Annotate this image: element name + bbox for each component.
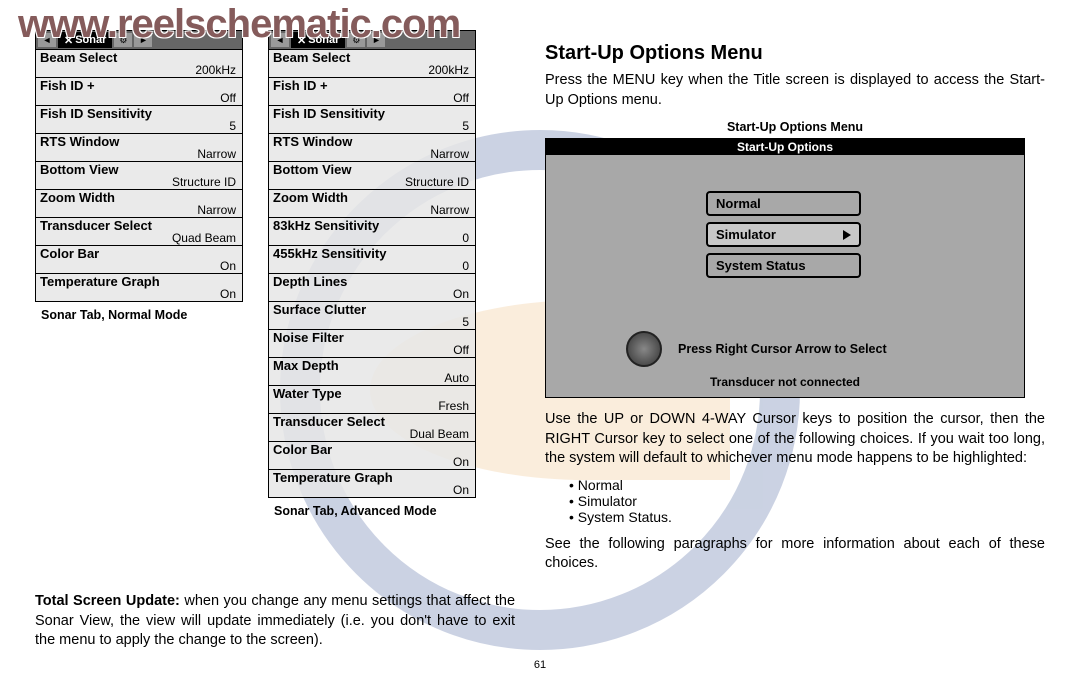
startup-option-label: Normal bbox=[716, 196, 761, 211]
sonar-menu-normal: ◄ ✕ Sonar ⚙ ► Beam Select200kHzFish ID +… bbox=[35, 30, 243, 302]
menu-row-value: Structure ID bbox=[40, 176, 238, 188]
menu-row-value: 0 bbox=[273, 260, 471, 272]
menu-row-value: 200kHz bbox=[40, 64, 238, 76]
bullet-item: Normal bbox=[569, 477, 1045, 493]
menu-row: Fish ID +Off bbox=[269, 77, 475, 105]
startup-screenshot: Start-Up Options Normal Simulator System S… bbox=[545, 138, 1025, 398]
bullet-item: Simulator bbox=[569, 493, 1045, 509]
menu-row-label: Temperature Graph bbox=[273, 471, 471, 484]
menu-row: Beam Select200kHz bbox=[36, 49, 242, 77]
menu-row-label: Fish ID + bbox=[273, 79, 471, 92]
menu-row-label: Color Bar bbox=[40, 247, 238, 260]
caption-normal: Sonar Tab, Normal Mode bbox=[35, 308, 243, 322]
dpad-icon bbox=[626, 331, 662, 367]
total-screen-update: Total Screen Update: when you change any… bbox=[35, 592, 515, 651]
transducer-message: Transducer not connected bbox=[546, 375, 1024, 389]
startup-caption: Start-Up Options Menu bbox=[545, 120, 1045, 134]
menu-row: 455kHz Sensitivity0 bbox=[269, 245, 475, 273]
menu-row-label: Noise Filter bbox=[273, 331, 471, 344]
page-number: 61 bbox=[35, 659, 1045, 671]
startup-option[interactable]: System Status bbox=[706, 253, 861, 278]
menu-row: RTS WindowNarrow bbox=[269, 133, 475, 161]
menu-row-label: Fish ID + bbox=[40, 79, 238, 92]
see-following-paragraph: See the following paragraphs for more in… bbox=[545, 535, 1045, 574]
menu-row-value: Narrow bbox=[40, 148, 238, 160]
menu-row-value: On bbox=[273, 484, 471, 496]
option-list: Normal Simulator System Status bbox=[706, 191, 861, 284]
menu-row-value: Quad Beam bbox=[40, 232, 238, 244]
menu-row-value: Dual Beam bbox=[273, 428, 471, 440]
menu-row-label: Surface Clutter bbox=[273, 303, 471, 316]
menu-row-label: Color Bar bbox=[273, 443, 471, 456]
menu-normal-column: ◄ ✕ Sonar ⚙ ► Beam Select200kHzFish ID +… bbox=[35, 30, 243, 578]
menu-row: Zoom WidthNarrow bbox=[269, 189, 475, 217]
menu-row: Water TypeFresh bbox=[269, 385, 475, 413]
menu-row-value: On bbox=[273, 288, 471, 300]
menu-row-value: Off bbox=[40, 92, 238, 104]
total-screen-label: Total Screen Update: bbox=[35, 593, 180, 609]
menu-row: Color BarOn bbox=[269, 441, 475, 469]
menu-row-value: Narrow bbox=[273, 204, 471, 216]
menu-row-label: Depth Lines bbox=[273, 275, 471, 288]
menu-row-label: 455kHz Sensitivity bbox=[273, 247, 471, 260]
menu-row-label: Max Depth bbox=[273, 359, 471, 372]
menu-row: RTS WindowNarrow bbox=[36, 133, 242, 161]
bullet-item: System Status. bbox=[569, 509, 1045, 525]
menu-row-value: Off bbox=[273, 92, 471, 104]
menu-row-value: 5 bbox=[273, 120, 471, 132]
menu-row: Surface Clutter5 bbox=[269, 301, 475, 329]
startup-option-label: Simulator bbox=[716, 227, 776, 242]
menu-row-value: 200kHz bbox=[273, 64, 471, 76]
startup-option[interactable]: Simulator bbox=[706, 222, 861, 247]
cursor-hint: Press Right Cursor Arrow to Select bbox=[678, 342, 887, 356]
menu-row-label: Fish ID Sensitivity bbox=[40, 107, 238, 120]
caption-advanced: Sonar Tab, Advanced Mode bbox=[268, 504, 476, 518]
bullet-list: NormalSimulatorSystem Status. bbox=[569, 477, 1045, 525]
startup-shot-title: Start-Up Options bbox=[546, 139, 1024, 155]
menu-row-value: 5 bbox=[40, 120, 238, 132]
menu-row: Max DepthAuto bbox=[269, 357, 475, 385]
menu-row: Depth LinesOn bbox=[269, 273, 475, 301]
menu-row: Color BarOn bbox=[36, 245, 242, 273]
menu-row: Transducer SelectQuad Beam bbox=[36, 217, 242, 245]
intro-paragraph: Press the MENU key when the Title screen… bbox=[545, 71, 1045, 110]
menu-row-value: Structure ID bbox=[273, 176, 471, 188]
menu-row-value: On bbox=[273, 456, 471, 468]
selected-arrow-icon bbox=[843, 230, 851, 240]
menu-row-label: Temperature Graph bbox=[40, 275, 238, 288]
menu-row-value: Fresh bbox=[273, 400, 471, 412]
menu-row-value: Auto bbox=[273, 372, 471, 384]
menu-row-value: 5 bbox=[273, 316, 471, 328]
menu-row: Zoom WidthNarrow bbox=[36, 189, 242, 217]
watermark-text: www.reelschematic.com bbox=[18, 2, 460, 47]
menu-row-value: Off bbox=[273, 344, 471, 356]
menu-row: 83kHz Sensitivity0 bbox=[269, 217, 475, 245]
menu-row: Fish ID +Off bbox=[36, 77, 242, 105]
menu-row-value: Narrow bbox=[273, 148, 471, 160]
startup-option-label: System Status bbox=[716, 258, 806, 273]
menu-row: Bottom ViewStructure ID bbox=[269, 161, 475, 189]
menu-row: Temperature GraphOn bbox=[269, 469, 475, 497]
menu-row: Beam Select200kHz bbox=[269, 49, 475, 77]
menu-row: Noise FilterOff bbox=[269, 329, 475, 357]
page-title: Start-Up Options Menu bbox=[545, 42, 1045, 65]
menu-row-value: On bbox=[40, 260, 238, 272]
sonar-menu-advanced: ◄ ✕ Sonar ⚙ ► Beam Select200kHzFish ID +… bbox=[268, 30, 476, 498]
menu-row-label: Fish ID Sensitivity bbox=[273, 107, 471, 120]
menu-row: Temperature GraphOn bbox=[36, 273, 242, 301]
menu-advanced-column: ◄ ✕ Sonar ⚙ ► Beam Select200kHzFish ID +… bbox=[268, 30, 476, 578]
startup-option[interactable]: Normal bbox=[706, 191, 861, 216]
menu-row-value: Narrow bbox=[40, 204, 238, 216]
menu-row: Transducer SelectDual Beam bbox=[269, 413, 475, 441]
menu-row-label: 83kHz Sensitivity bbox=[273, 219, 471, 232]
instructions-paragraph: Use the UP or DOWN 4-WAY Cursor keys to … bbox=[545, 410, 1045, 469]
menu-row-value: 0 bbox=[273, 232, 471, 244]
menu-row: Fish ID Sensitivity5 bbox=[36, 105, 242, 133]
menu-row: Fish ID Sensitivity5 bbox=[269, 105, 475, 133]
menu-row: Bottom ViewStructure ID bbox=[36, 161, 242, 189]
menu-row-value: On bbox=[40, 288, 238, 300]
